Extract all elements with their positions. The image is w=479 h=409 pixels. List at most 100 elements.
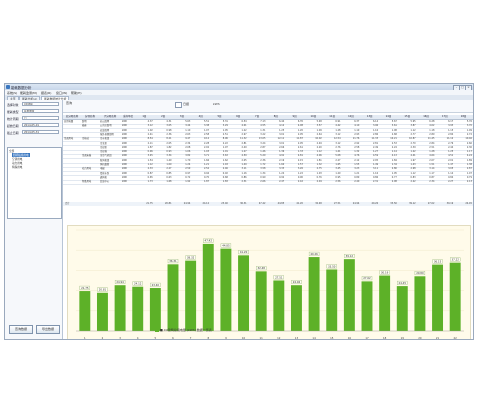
table-cell-label: 特殊用电 [82,180,92,184]
total-cell: 21.75 [146,202,153,206]
table-cell: 1.70 [185,158,191,162]
x-tick-label: 2 [102,336,104,340]
chart-bar[interactable] [432,264,444,331]
table-cell: 1.08 [391,128,397,132]
table-cell-label: 信息中心 [100,180,110,184]
table-cell: 2.01 [448,158,454,162]
table-cell: 1.36 [279,150,285,154]
x-tick-label: 1 [84,336,86,340]
table-cell: 9.47 [185,137,191,141]
table-cell-label: kWh [122,154,128,158]
chart-bar[interactable] [290,285,302,331]
table-cell: 1.12 [410,128,416,132]
period-select[interactable]: 日 [22,116,59,120]
x-tick-label: 22 [454,336,458,340]
table-cell: 0.95 [335,175,341,179]
table-cell: 2.28 [203,141,210,145]
chart-bar[interactable] [79,291,91,331]
chart-bar[interactable] [185,260,197,331]
total-cell: 30.19 [446,202,454,206]
object-select[interactable]: XX建筑 [22,102,59,106]
chart-bar[interactable] [326,269,338,331]
chart-bar[interactable] [414,276,426,331]
table-cell: 2.36 [260,158,266,162]
table-cell: 3.33 [279,167,285,171]
chart-bar[interactable] [238,255,250,331]
chart-bar[interactable] [449,262,461,331]
chart-legend: ■ XX建筑总用电量 (kWh) 数据一览表 [155,328,212,332]
chart-bar[interactable] [361,281,373,331]
x-tick-label: 18 [383,336,387,340]
table-cell: 2.77 [410,132,416,136]
export-button[interactable]: 导出数据 [36,325,60,334]
calendar-icon[interactable] [175,102,182,108]
total-cell: 39.12 [409,202,416,206]
chart-bar[interactable] [96,292,108,331]
table-cell-label: kWh [122,175,128,179]
chart-bar[interactable] [308,257,320,331]
data-label: 38.32 [187,255,195,259]
chart-bar[interactable] [149,288,161,331]
table-cell: 2.76 [335,145,341,149]
table-cell-label: 空调末端 [82,154,92,158]
chart-bar[interactable] [202,243,214,331]
table-cell: 6.37 [354,120,360,123]
table-cell: 6.14 [372,120,379,123]
query-panel: 选择对象 XX建筑 能耗类型 总用电量 统计周期 日 起始日期 2014-05-… [5,100,63,339]
table-cell: 3.44 [185,124,191,128]
energy-type-select[interactable]: 总用电量 [22,109,59,113]
table-cell: 2.27 [448,180,454,184]
chart-bar[interactable] [255,271,267,331]
table-cell: 10.21 [390,137,397,141]
table-cell-label: 冷冻泵 [100,141,107,145]
table-cell: 0.68 [222,175,228,179]
table-cell: 0.63 [166,175,172,179]
table-cell: 1.05 [391,171,397,175]
chart-bar[interactable] [114,285,126,331]
x-tick-label: 5 [155,336,157,340]
table-cell: 5.48 [316,120,322,123]
chart-bar[interactable] [167,264,179,331]
tree-item-special[interactable]: 特殊用电 [12,165,22,169]
table-cell: 2.08 [185,145,191,149]
table-cell-label: 应急照明 [100,128,110,132]
chart-bar[interactable] [343,259,355,331]
chart-bar[interactable] [132,286,144,331]
table-cell: 2.27 [166,167,172,171]
table-cell: 4.01 [241,124,247,128]
table-cell: 1.24 [185,163,191,166]
data-label: 41.20 [240,250,248,254]
table-cell: 1.20 [297,128,303,132]
table-cell: 1.89 [466,158,472,162]
table-cell: 2.22 [222,141,228,145]
end-date-input[interactable]: 2014-05-31 [22,130,59,134]
table-cell: 3.26 [297,167,303,171]
table-cell-label: kWh [122,128,128,132]
table-cell: 4.91 [279,154,285,158]
table-cell: 2.97 [241,132,247,136]
table-cell: 1.02 [147,128,153,132]
query-button[interactable]: 查询数据 [9,325,33,334]
filter-label[interactable]: 日报 [183,102,189,106]
table-cell-label: 总用电量 [64,120,74,123]
table-cell: 4.76 [354,154,360,158]
chart-bar[interactable] [379,275,391,331]
table-cell: 4.42 [335,124,341,128]
chart-bar[interactable] [220,248,232,331]
table-cell: 1.92 [185,180,191,184]
table-cell: 2.89 [429,132,435,136]
table-cell: 0.70 [203,175,210,179]
chart-bar[interactable] [396,286,408,331]
table-cell: 2.08 [391,180,397,184]
chart-bar[interactable] [273,280,285,331]
x-tick-label: 7 [190,336,192,340]
table-cell: 3.93 [448,124,454,128]
table-cell: 3.05 [166,124,172,128]
table-cell: 1.03 [316,171,322,175]
table-cell: 11.45 [427,137,435,141]
table-cell-label: 照明 [82,120,87,123]
table-cell: 13.05 [258,137,266,141]
start-date-input[interactable]: 2014-05-01 [22,123,59,127]
table-cell-label: 风机盘管 [100,163,110,166]
total-cell: 33.50 [390,202,397,206]
